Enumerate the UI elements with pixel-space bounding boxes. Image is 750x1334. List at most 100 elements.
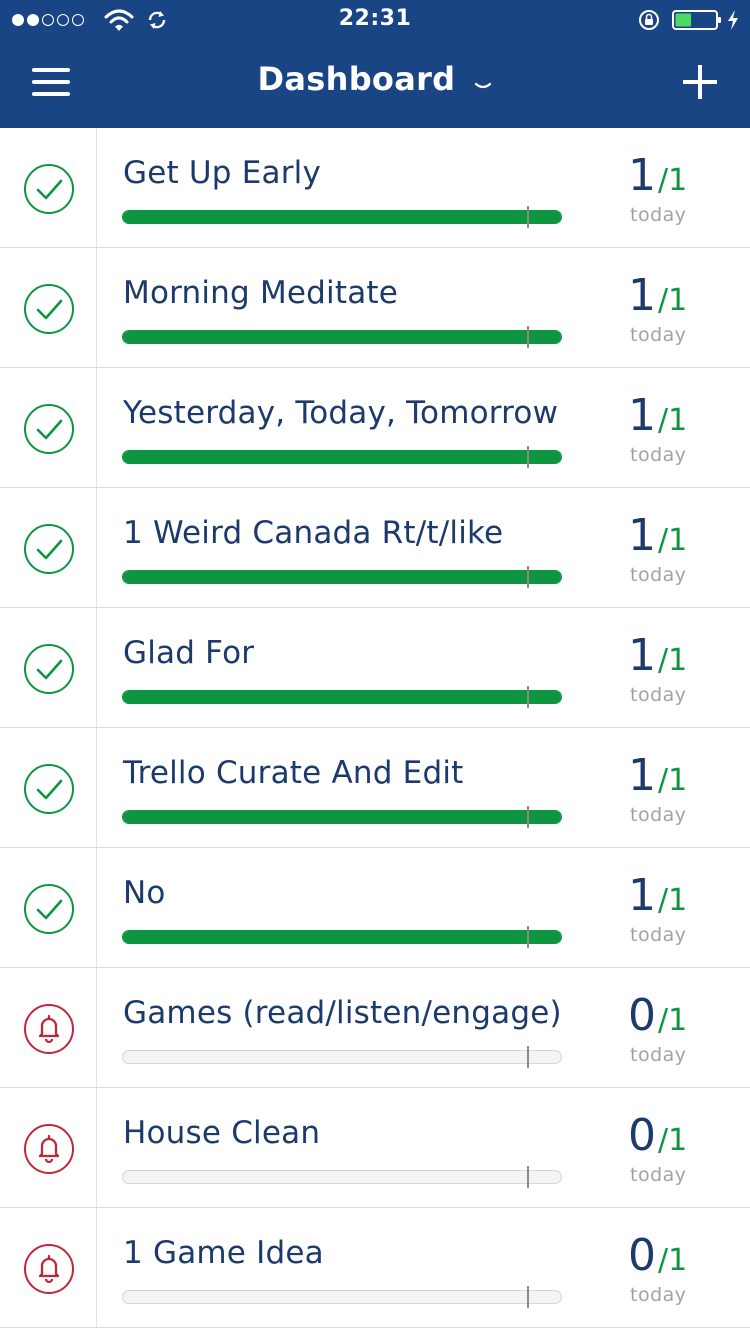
habit-status-cell[interactable] [0,1088,97,1207]
plus-icon[interactable] [680,62,720,102]
bell-icon[interactable] [23,1243,75,1295]
habit-status-cell[interactable] [0,608,97,727]
habit-progress-bar [122,806,562,828]
habit-progress-bar [122,566,562,588]
habit-status-cell[interactable] [0,128,97,247]
habit-count: 1/1 [628,270,687,321]
habit-row[interactable]: 1 Game Idea 0/1 today [0,1208,750,1328]
habit-name: 1 Weird Canada Rt/t/like [123,515,504,551]
habit-progress-fill [123,451,561,463]
habit-progress-bar [122,206,562,228]
goal-marker [527,326,529,348]
status-bar: 22:31 [0,0,750,40]
habit-done-count: 0 [628,1110,656,1161]
charging-icon [728,10,738,30]
rotation-lock-icon [639,10,659,30]
habit-done-count: 0 [628,990,656,1041]
habit-count: 1/1 [628,630,687,681]
habit-progress-bar [122,326,562,348]
habit-goal-count: /1 [658,643,688,678]
habit-status-cell[interactable] [0,728,97,847]
habit-row[interactable]: Games (read/listen/engage) 0/1 today [0,968,750,1088]
goal-marker [527,1046,529,1068]
navigation-bar: Dashboard [0,40,750,128]
habit-name: Games (read/listen/engage) [123,995,562,1031]
habit-name: House Clean [123,1115,321,1151]
habit-progress-fill [123,211,561,223]
habit-row[interactable]: House Clean 0/1 today [0,1088,750,1208]
habit-row[interactable]: Trello Curate And Edit 1/1 today [0,728,750,848]
goal-marker [527,926,529,948]
habit-period: today [630,804,687,826]
goal-marker [527,1166,529,1188]
habit-progress-bar [122,1046,562,1068]
habit-done-count: 1 [628,510,656,561]
habit-period: today [630,444,687,466]
habit-goal-count: /1 [658,283,688,318]
habit-status-cell[interactable] [0,968,97,1087]
habit-row[interactable]: 1 Weird Canada Rt/t/like 1/1 today [0,488,750,608]
habit-goal-count: /1 [658,163,688,198]
check-circle-icon[interactable] [23,523,75,575]
habit-count: 1/1 [628,870,687,921]
habit-goal-count: /1 [658,1243,688,1278]
habit-done-count: 1 [628,390,656,441]
habit-name: Trello Curate And Edit [123,755,464,791]
habit-progress-bar [122,446,562,468]
habit-done-count: 0 [628,1230,656,1281]
habit-progress-bar [122,1166,562,1188]
goal-marker [527,806,529,828]
habit-period: today [630,1284,687,1306]
check-circle-icon[interactable] [23,763,75,815]
check-circle-icon[interactable] [23,163,75,215]
check-circle-icon[interactable] [23,403,75,455]
habit-count: 0/1 [628,1230,687,1281]
habit-period: today [630,1044,687,1066]
habit-name: Morning Meditate [123,275,399,311]
habit-status-cell[interactable] [0,848,97,967]
habit-progress-fill [123,571,561,583]
habit-count: 0/1 [628,1110,687,1161]
habit-count: 1/1 [628,510,687,561]
page-title: Dashboard [257,60,456,98]
habit-period: today [630,324,687,346]
dashboard-selector[interactable]: Dashboard [0,60,750,98]
habit-progress-fill [123,691,561,703]
habit-progress-bar [122,686,562,708]
check-circle-icon[interactable] [23,883,75,935]
check-circle-icon[interactable] [23,643,75,695]
habit-status-cell[interactable] [0,488,97,607]
habit-goal-count: /1 [658,883,688,918]
habit-progress-bar [122,926,562,948]
goal-marker [527,686,529,708]
goal-marker [527,566,529,588]
habit-done-count: 1 [628,270,656,321]
habit-row[interactable]: No 1/1 today [0,848,750,968]
bell-icon[interactable] [23,1123,75,1175]
habit-done-count: 1 [628,150,656,201]
habit-name: Yesterday, Today, Tomorrow [123,395,559,431]
habit-progress-fill [123,331,561,343]
habit-name: 1 Game Idea [123,1235,324,1271]
habit-progress-bar [122,1286,562,1308]
goal-marker [527,1286,529,1308]
habit-period: today [630,564,687,586]
habit-status-cell[interactable] [0,368,97,487]
habit-row[interactable]: Morning Meditate 1/1 today [0,248,750,368]
habit-row[interactable]: Get Up Early 1/1 today [0,128,750,248]
habit-status-cell[interactable] [0,248,97,367]
habit-status-cell[interactable] [0,1208,97,1327]
chevron-down-icon [475,82,492,88]
habit-goal-count: /1 [658,523,688,558]
habit-progress-fill [123,811,561,823]
habit-done-count: 1 [628,870,656,921]
habit-row[interactable]: Yesterday, Today, Tomorrow 1/1 today [0,368,750,488]
check-circle-icon[interactable] [23,283,75,335]
habit-goal-count: /1 [658,1123,688,1158]
habit-count: 0/1 [628,990,687,1041]
top-bar: 22:31 Dashboard [0,0,750,128]
habit-row[interactable]: Glad For 1/1 today [0,608,750,728]
habit-name: Glad For [123,635,255,671]
habit-period: today [630,204,687,226]
bell-icon[interactable] [23,1003,75,1055]
